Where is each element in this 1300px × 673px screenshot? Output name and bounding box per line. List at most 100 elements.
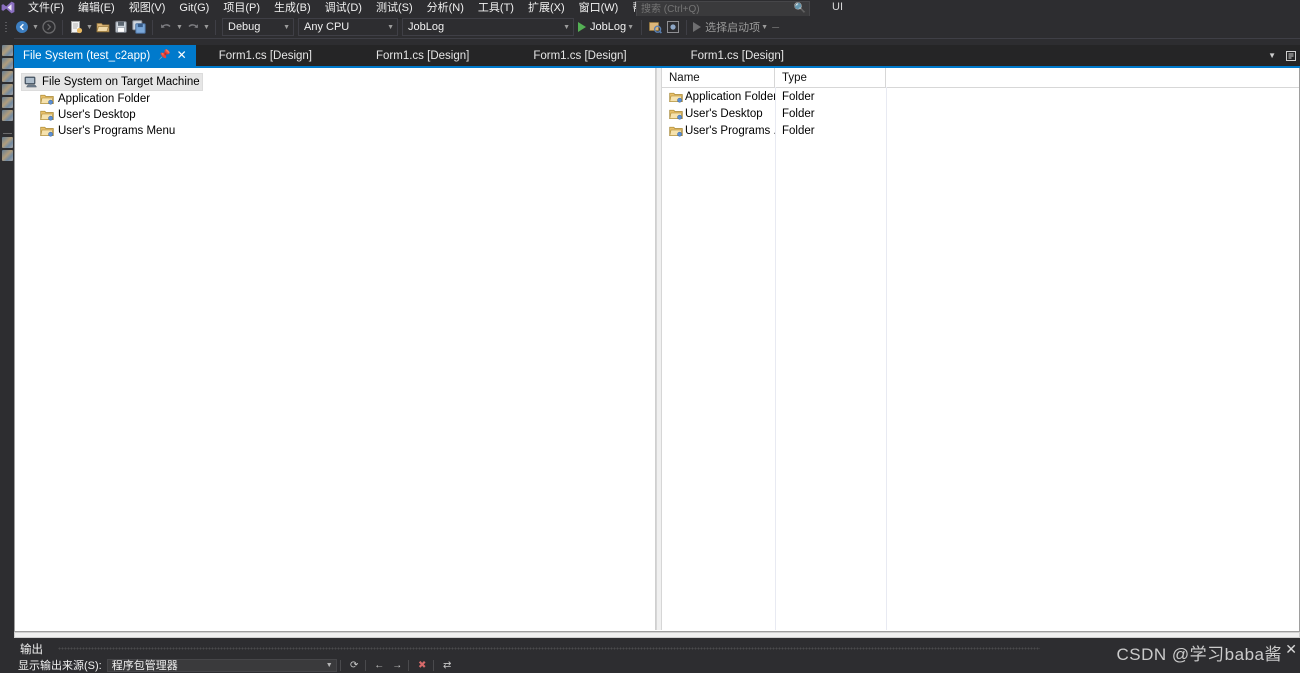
chevron-down-icon: ▼ <box>563 23 570 31</box>
properties-icon[interactable] <box>1 137 13 148</box>
start-debugging-button[interactable]: JobLog ▼ <box>576 18 637 36</box>
menu-item-analyze[interactable]: 分析(N) <box>420 0 471 16</box>
solution-explorer-icon[interactable] <box>1 110 13 121</box>
previous-message-icon[interactable]: ← <box>372 659 387 672</box>
search-box[interactable]: 🔍 <box>636 1 810 17</box>
menu-item-tools[interactable]: 工具(T) <box>471 0 521 16</box>
chevron-down-icon: ▼ <box>283 23 290 31</box>
class-view-icon[interactable] <box>1 150 13 161</box>
notifications-icon[interactable] <box>1 84 13 95</box>
file-system-editor: File System on Target Machine Applicatio… <box>14 68 1300 632</box>
tab-form1-design-1[interactable]: Form1.cs [Design] <box>210 45 321 66</box>
toolbar-grip[interactable] <box>3 19 11 35</box>
tab-form1-design-4[interactable]: Form1.cs [Design] <box>682 45 793 66</box>
chevron-down-icon[interactable]: ▼ <box>1262 45 1282 66</box>
startup-project-combo[interactable]: JobLog ▼ <box>402 18 574 36</box>
server-explorer-icon[interactable] <box>1 58 13 69</box>
tree-node-application-folder[interactable]: Application Folder <box>37 91 153 107</box>
row-name-cell: Application Folder <box>662 91 775 103</box>
table-row[interactable]: User's Programs ... Folder <box>662 122 1299 139</box>
start-debugging-label: JobLog <box>590 21 627 33</box>
tab-file-system[interactable]: File System (test_c2app) 📌 ✕ <box>14 45 196 66</box>
column-header-name[interactable]: Name <box>662 68 775 87</box>
left-strip-divider <box>2 133 12 134</box>
menu-item-extensions[interactable]: 扩展(X) <box>521 0 572 16</box>
new-project-icon[interactable] <box>67 18 85 36</box>
solution-platform-value: Any CPU <box>304 21 350 33</box>
tab-label: Form1.cs [Design] <box>218 49 313 62</box>
toolbar-separator <box>432 659 434 671</box>
next-message-icon[interactable]: → <box>390 659 405 672</box>
undo-caret-icon[interactable]: ▼ <box>175 18 184 36</box>
column-header-filler <box>886 68 1299 87</box>
tree-node-label: User's Programs Menu <box>58 125 176 137</box>
close-icon[interactable]: ✕ <box>177 49 187 61</box>
solution-configuration-combo[interactable]: Debug ▼ <box>222 18 294 36</box>
data-sources-icon[interactable] <box>1 71 13 82</box>
output-source-label: 显示输出来源(S): <box>18 660 102 672</box>
close-icon[interactable]: ✕ <box>1285 641 1297 658</box>
tab-label: Form1.cs [Design] <box>376 49 470 62</box>
toolbar-separator <box>339 659 341 671</box>
menu-item-file[interactable]: 文件(F) <box>21 0 71 16</box>
navigate-backward-icon[interactable] <box>13 18 31 36</box>
new-project-caret-icon[interactable]: ▼ <box>85 18 94 36</box>
tab-list-icon[interactable] <box>1282 45 1300 66</box>
tree-node-root[interactable]: File System on Target Machine <box>21 73 203 91</box>
tab-form1-design-2[interactable]: Form1.cs [Design] <box>367 45 478 66</box>
tab-label: File System (test_c2app) <box>23 49 151 62</box>
tree-node-users-desktop[interactable]: User's Desktop <box>37 107 139 123</box>
redo-icon[interactable] <box>184 18 202 36</box>
menu-item-window[interactable]: 窗口(W) <box>572 0 626 16</box>
row-type-cell: Folder <box>782 124 815 137</box>
select-startup-item-button[interactable]: 选择启动项 ▼ <box>691 18 771 36</box>
tab-form1-design-3[interactable]: Form1.cs [Design] <box>524 45 635 66</box>
toolbar-separator <box>407 659 409 671</box>
menu-item-build[interactable]: 生成(B) <box>267 0 318 16</box>
menu-item-project[interactable]: 项目(P) <box>216 0 267 16</box>
tree-node-users-programs-menu[interactable]: User's Programs Menu <box>37 123 178 139</box>
save-all-icon[interactable] <box>130 18 148 36</box>
chevron-down-icon[interactable]: ▼ <box>760 18 769 36</box>
navigate-backward-caret-icon[interactable]: ▼ <box>31 18 40 36</box>
toolbar-separator <box>215 19 216 35</box>
toolbar-overflow-icon[interactable]: — <box>771 18 780 36</box>
toolbar-separator <box>152 19 153 35</box>
clear-output-icon[interactable]: ⟳ <box>347 659 362 672</box>
column-header-type[interactable]: Type <box>775 68 886 87</box>
chevron-down-icon[interactable]: ▼ <box>626 18 635 36</box>
clear-all-icon[interactable]: ✖ <box>415 659 430 672</box>
menu-item-view[interactable]: 视图(V) <box>122 0 173 16</box>
table-row[interactable]: User's Desktop Folder <box>662 105 1299 122</box>
play-icon <box>693 22 702 32</box>
table-row[interactable]: Application Folder Folder <box>662 88 1299 105</box>
navigate-forward-icon[interactable] <box>40 18 58 36</box>
menu-item-test[interactable]: 测试(S) <box>369 0 420 16</box>
solution-platform-combo[interactable]: Any CPU ▼ <box>298 18 398 36</box>
preview-icon[interactable] <box>664 18 682 36</box>
team-explorer-icon[interactable] <box>1 97 13 108</box>
output-source-value: 程序包管理器 <box>111 660 178 672</box>
toolbox-icon[interactable] <box>1 45 13 56</box>
open-file-icon[interactable] <box>94 18 112 36</box>
file-system-tree-pane: File System on Target Machine Applicatio… <box>15 68 656 630</box>
save-icon[interactable] <box>112 18 130 36</box>
pin-icon[interactable]: 📌 <box>158 50 170 61</box>
menu-item-edit[interactable]: 编辑(E) <box>71 0 122 16</box>
folder-icon <box>40 109 54 121</box>
tab-label: Form1.cs [Design] <box>690 49 784 62</box>
undo-icon[interactable] <box>157 18 175 36</box>
search-input[interactable] <box>637 2 783 16</box>
menu-item-debug[interactable]: 调试(D) <box>318 0 369 16</box>
output-panel-title-rule <box>58 647 1040 650</box>
output-source-combo[interactable]: 程序包管理器 ▼ <box>106 658 337 672</box>
row-type-cell: Folder <box>782 90 815 103</box>
document-tab-strip: File System (test_c2app) 📌 ✕ Form1.cs [D… <box>14 45 1300 66</box>
search-icon: 🔍 <box>793 3 806 14</box>
redo-caret-icon[interactable]: ▼ <box>202 18 211 36</box>
menu-bar: 文件(F) 编辑(E) 视图(V) Git(G) 项目(P) 生成(B) 调试(… <box>0 0 1300 17</box>
left-tool-strip <box>0 38 14 668</box>
toggle-wordwrap-icon[interactable]: ⇄ <box>440 659 455 672</box>
attach-to-process-icon[interactable] <box>646 18 664 36</box>
menu-item-git[interactable]: Git(G) <box>172 0 216 16</box>
